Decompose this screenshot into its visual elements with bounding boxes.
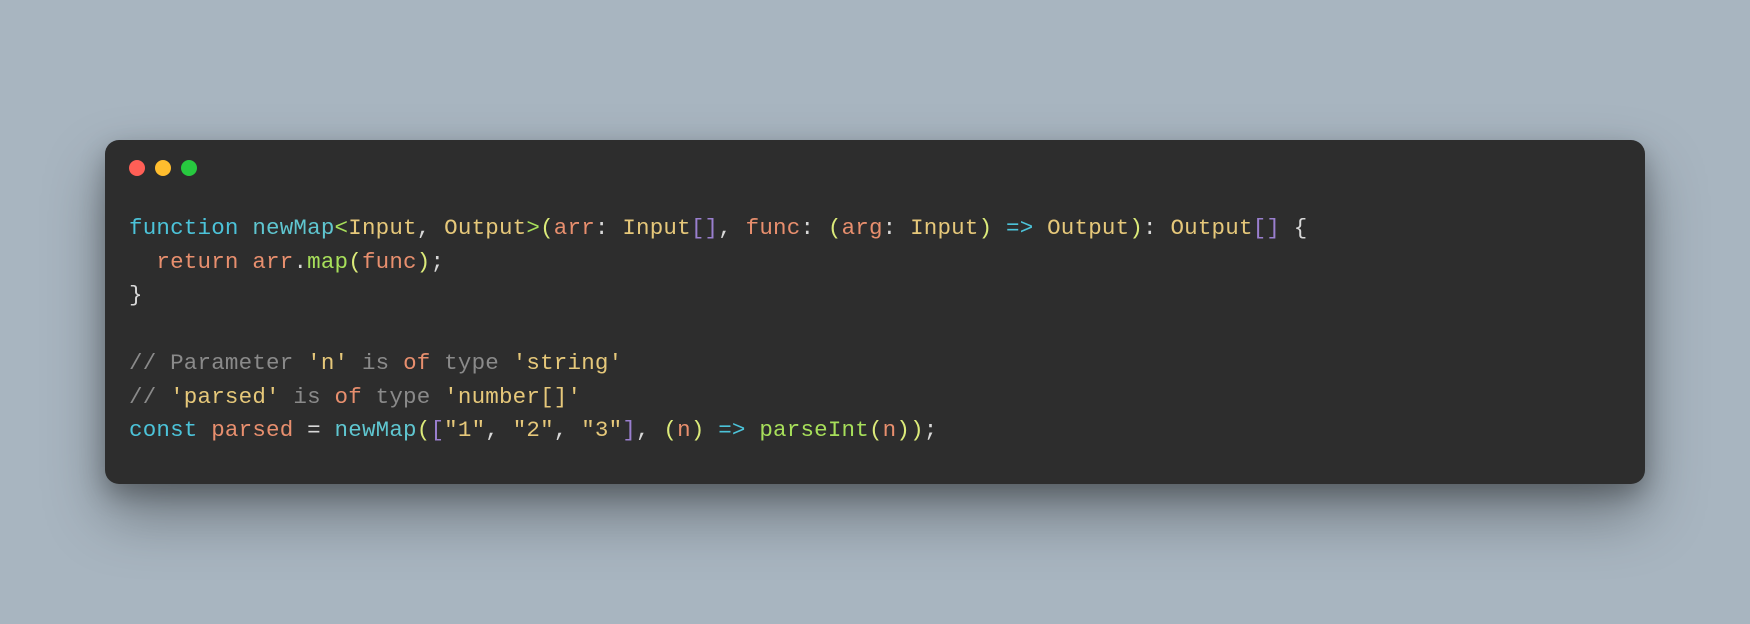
comment-text: is — [348, 350, 403, 376]
string-1: "1" — [444, 417, 485, 443]
comma: , — [485, 417, 512, 443]
paren-open: ( — [540, 215, 554, 241]
param-func: func — [746, 215, 801, 241]
comma: , — [417, 215, 444, 241]
ident-n: n — [677, 417, 691, 443]
paren-open: ( — [663, 417, 677, 443]
call-newmap: newMap — [335, 417, 417, 443]
paren-close: ) — [979, 215, 993, 241]
bracket-close: ] — [622, 417, 636, 443]
angle-close: > — [526, 215, 540, 241]
string-2: "2" — [513, 417, 554, 443]
comment-slashes: // — [129, 384, 170, 410]
zoom-icon[interactable] — [181, 160, 197, 176]
type-param-output: Output — [444, 215, 526, 241]
paren-open: ( — [869, 417, 883, 443]
ident-func: func — [362, 249, 417, 275]
code-line-5: // Parameter 'n' is of type 'string' — [129, 350, 622, 376]
semicolon: ; — [924, 417, 938, 443]
paren-close: ) — [896, 417, 910, 443]
type-param-input: Input — [348, 215, 417, 241]
type-input: Input — [910, 215, 979, 241]
type-input: Input — [622, 215, 691, 241]
comma: , — [554, 417, 581, 443]
method-map: map — [307, 249, 348, 275]
bracket-open: [ — [430, 417, 444, 443]
semicolon: ; — [430, 249, 444, 275]
comment-of: of — [335, 384, 362, 410]
keyword-function: function — [129, 215, 239, 241]
window-titlebar — [105, 140, 1645, 184]
type-output: Output — [1170, 215, 1252, 241]
paren-close: ) — [1129, 215, 1143, 241]
ident-arr: arr — [252, 249, 293, 275]
comma: , — [718, 215, 745, 241]
colon: : — [1143, 215, 1170, 241]
comment-literal: 'number[]' — [444, 384, 581, 410]
minimize-icon[interactable] — [155, 160, 171, 176]
paren-open: ( — [828, 215, 842, 241]
curly-open: { — [1280, 215, 1307, 241]
comment-text: type — [430, 350, 512, 376]
comment-text: type — [362, 384, 444, 410]
code-line-1: function newMap<Input, Output>(arr: Inpu… — [129, 215, 1307, 241]
brackets: [] — [691, 215, 718, 241]
code-line-2: return arr.map(func); — [129, 249, 444, 275]
comma: , — [636, 417, 663, 443]
code-line-3: } — [129, 282, 143, 308]
code-line-6: // 'parsed' is of type 'number[]' — [129, 384, 581, 410]
keyword-const: const — [129, 417, 198, 443]
comment-slashes: // — [129, 350, 170, 376]
curly-close: } — [129, 282, 143, 308]
function-name: newMap — [252, 215, 334, 241]
string-3: "3" — [581, 417, 622, 443]
space — [239, 249, 253, 275]
colon: : — [800, 215, 827, 241]
space — [293, 417, 307, 443]
comment-literal: 'string' — [513, 350, 623, 376]
paren-open: ( — [417, 417, 431, 443]
comment-literal: 'parsed' — [170, 384, 280, 410]
code-line-7: const parsed = newMap(["1", "2", "3"], (… — [129, 417, 937, 443]
type-output: Output — [1047, 215, 1129, 241]
paren-close: ) — [691, 417, 705, 443]
space — [198, 417, 212, 443]
indent — [129, 249, 156, 275]
space — [321, 417, 335, 443]
comment-text: is — [280, 384, 335, 410]
ident-parsed: parsed — [211, 417, 293, 443]
code-block: function newMap<Input, Output>(arr: Inpu… — [105, 184, 1645, 484]
paren-close: ) — [417, 249, 431, 275]
paren-open: ( — [348, 249, 362, 275]
colon: : — [883, 215, 910, 241]
ident-n: n — [883, 417, 897, 443]
comment-literal: 'n' — [307, 350, 348, 376]
dot: . — [293, 249, 307, 275]
equals: = — [307, 417, 321, 443]
param-arr: arr — [554, 215, 595, 241]
arrow-op: => — [705, 417, 760, 443]
close-icon[interactable] — [129, 160, 145, 176]
paren-close: ) — [910, 417, 924, 443]
code-window: function newMap<Input, Output>(arr: Inpu… — [105, 140, 1645, 484]
comment-of: of — [403, 350, 430, 376]
comment-text: Parameter — [170, 350, 307, 376]
keyword-return: return — [156, 249, 238, 275]
brackets: [] — [1253, 215, 1280, 241]
colon: : — [595, 215, 622, 241]
param-arg: arg — [842, 215, 883, 241]
arrow-op: => — [992, 215, 1047, 241]
call-parseint: parseInt — [759, 417, 869, 443]
angle-open: < — [335, 215, 349, 241]
